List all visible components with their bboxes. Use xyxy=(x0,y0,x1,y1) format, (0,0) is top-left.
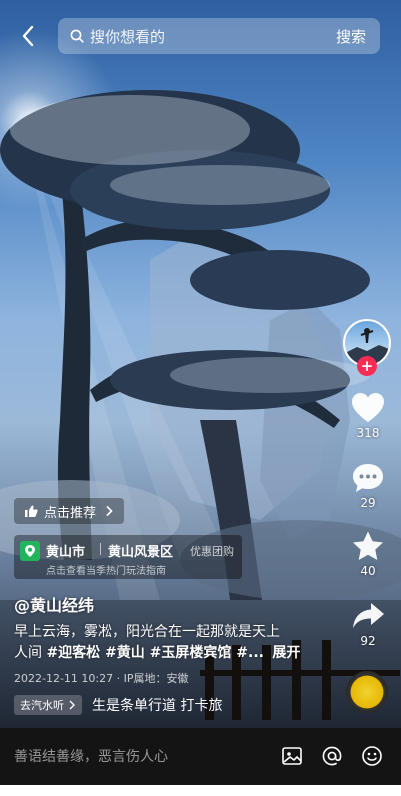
mention-icon[interactable] xyxy=(320,744,344,768)
location-divider xyxy=(100,543,101,555)
chevron-left-icon xyxy=(22,25,34,47)
caption-line-2-start: 人间 xyxy=(14,645,47,661)
location-pin-icon xyxy=(20,541,40,561)
top-search-bar: 搜你想看的 搜索 xyxy=(0,18,401,54)
search-placeholder: 搜你想看的 xyxy=(90,27,166,46)
heart-icon xyxy=(352,393,384,422)
emoji-icon[interactable] xyxy=(360,744,384,768)
image-picker-icon[interactable] xyxy=(280,744,304,768)
share-button[interactable]: 92 xyxy=(345,600,391,648)
location-area: 黄山风景区 xyxy=(108,545,174,560)
like-button[interactable]: 318 xyxy=(345,392,391,440)
recommend-label: 点击推荐 xyxy=(44,505,97,521)
favorite-button[interactable]: 40 xyxy=(345,530,391,578)
search-icon xyxy=(70,29,84,43)
caption-hashtags[interactable]: #迎客松 #黄山 #玉屏楼宾馆 #... xyxy=(46,645,264,661)
caption-expand-button[interactable]: 展开 xyxy=(272,645,300,661)
bottom-safe-area xyxy=(0,785,401,796)
caption-line-1: 早上云海，雾凇，阳光合在一起那就是天上 xyxy=(14,624,280,640)
location-card[interactable]: 黄山市 黄山风景区 优惠团购 点击查看当季热门玩法指南 xyxy=(14,535,242,579)
music-disc-icon[interactable] xyxy=(346,671,388,713)
star-icon xyxy=(353,531,383,560)
comment-input[interactable]: 善语结善缘，恶言伤人心 xyxy=(14,746,168,766)
favorite-count: 40 xyxy=(360,564,376,578)
thumbs-up-icon xyxy=(25,505,38,517)
comment-bubble-icon xyxy=(353,464,383,492)
music-source-chip[interactable]: 去汽水听 xyxy=(14,695,82,715)
music-row[interactable]: 去汽水听 生是条单行道 打卡旅 xyxy=(14,693,222,717)
caption-line-2: 人间 #迎客松 #黄山 #玉屏楼宾馆 #... 展开 xyxy=(14,643,314,664)
follow-button[interactable]: + xyxy=(357,356,377,376)
music-title: 生是条单行道 打卡旅 xyxy=(92,698,223,714)
share-count: 92 xyxy=(360,634,376,648)
location-city: 黄山市 xyxy=(46,545,86,560)
search-button[interactable]: 搜索 xyxy=(336,26,366,47)
video-caption: 早上云海，雾凇，阳光合在一起那就是天上 人间 #迎客松 #黄山 #玉屏楼宾馆 #… xyxy=(14,622,314,664)
video-frame[interactable] xyxy=(0,0,401,728)
search-input[interactable]: 搜你想看的 搜索 xyxy=(58,18,380,54)
chevron-right-icon xyxy=(106,505,113,517)
share-arrow-icon xyxy=(353,603,384,628)
comment-input-bar[interactable]: 善语结善缘，恶言伤人心 xyxy=(0,728,401,785)
post-meta: 2022-12-11 10:27 · IP属地：安徽 xyxy=(14,672,189,685)
like-count: 318 xyxy=(356,426,380,440)
chevron-right-icon xyxy=(69,700,75,710)
music-source-label: 去汽水听 xyxy=(20,699,64,712)
comment-button[interactable]: 29 xyxy=(345,462,391,510)
location-deal-tag: 优惠团购 xyxy=(190,545,234,558)
pine-scene-illustration xyxy=(0,90,401,728)
back-button[interactable] xyxy=(14,22,42,50)
location-subtitle: 点击查看当季热门玩法指南 xyxy=(46,566,166,577)
recommend-chip[interactable]: 点击推荐 xyxy=(14,498,125,524)
comment-count: 29 xyxy=(360,496,376,510)
author-name[interactable]: @黄山经纬 xyxy=(14,592,94,616)
